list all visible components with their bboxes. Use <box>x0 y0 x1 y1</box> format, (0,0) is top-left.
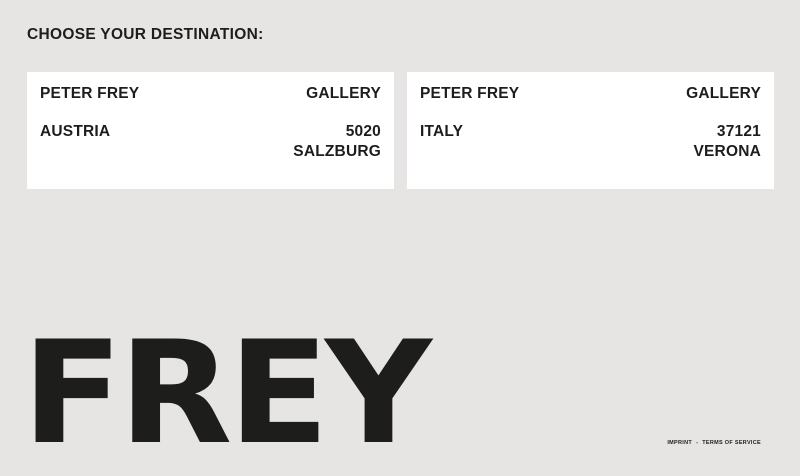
footer-separator: - <box>696 440 699 446</box>
postal-code: 5020 <box>345 123 381 140</box>
city-label: VERONA <box>693 143 761 160</box>
imprint-link[interactable]: IMPRINT <box>667 440 692 446</box>
postal-code: 37121 <box>716 123 761 140</box>
country-label: AUSTRIA <box>40 123 111 140</box>
country-label: ITALY <box>420 123 464 140</box>
gallery-type: GALLERY <box>306 85 381 102</box>
city-label: SALZBURG <box>293 143 381 160</box>
frey-logo: FREY <box>22 311 432 476</box>
page-heading: CHOOSE YOUR DESTINATION: <box>27 26 264 43</box>
destination-card-verona[interactable]: PETER FREY GALLERY ITALY 37121 VERONA <box>407 72 774 189</box>
terms-of-service-link[interactable]: TERMS OF SERVICE <box>702 440 761 446</box>
footer-links: IMPRINT - TERMS OF SERVICE <box>667 440 761 446</box>
gallery-type: GALLERY <box>686 85 761 102</box>
gallery-owner-name: PETER FREY <box>40 85 140 102</box>
destination-card-salzburg[interactable]: PETER FREY GALLERY AUSTRIA 5020 SALZBURG <box>27 72 394 189</box>
gallery-owner-name: PETER FREY <box>420 85 520 102</box>
